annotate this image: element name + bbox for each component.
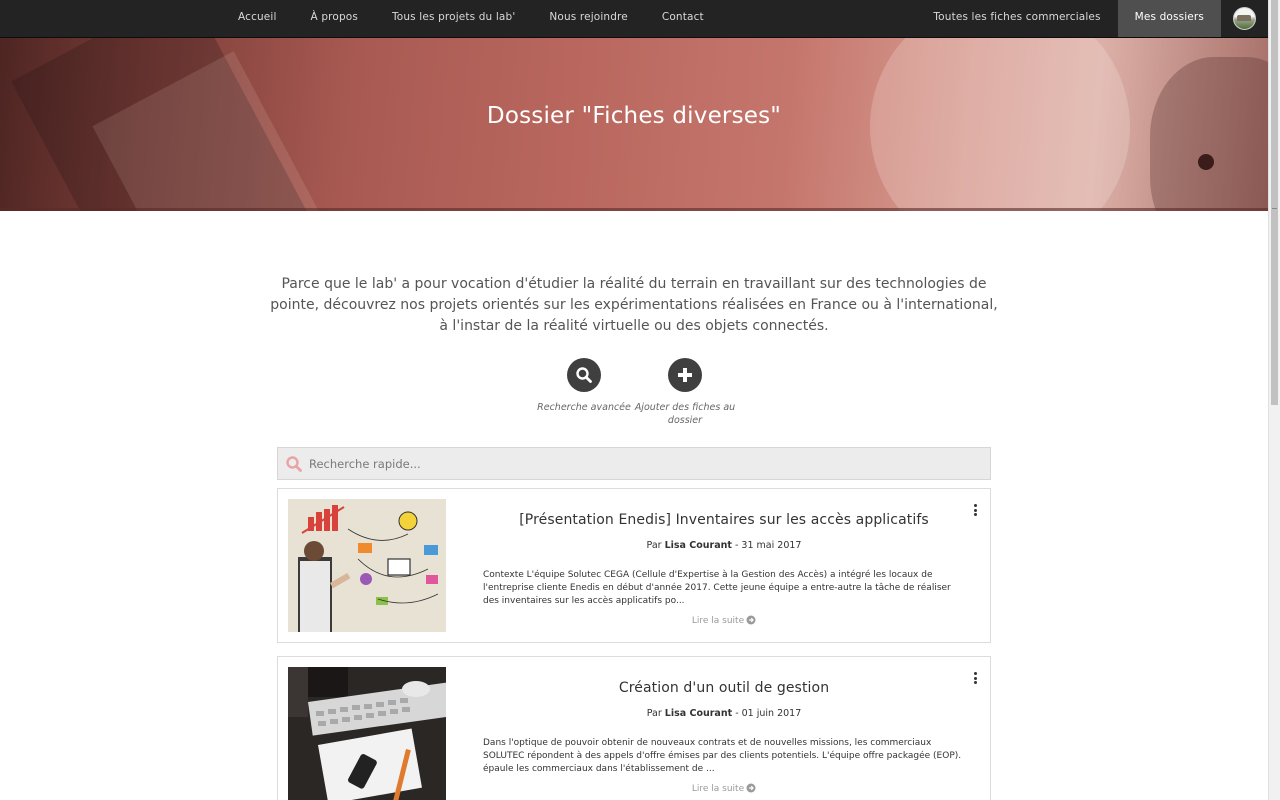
folder-item-card: Création d'un outil de gestion Par Lisa … — [277, 656, 991, 800]
hero-divider — [0, 208, 1268, 211]
card-date: - 01 juin 2017 — [735, 708, 802, 719]
card-thumbnail[interactable] — [288, 499, 446, 632]
page-title: Dossier "Fiches diverses" — [486, 103, 782, 129]
nav-link-tous-les-projets[interactable]: Tous les projets du lab' — [375, 0, 532, 37]
card-meta: Par Lisa Courant - 01 juin 2017 — [483, 708, 965, 719]
page-scrollbar[interactable] — [1268, 0, 1280, 800]
avatar[interactable] — [1233, 7, 1256, 30]
page: Accueil À propos Tous les projets du lab… — [0, 0, 1268, 800]
nav-link-accueil[interactable]: Accueil — [221, 0, 294, 37]
hero-background-shape — [1198, 154, 1214, 170]
plus-icon — [678, 368, 692, 382]
intro-text: Parce que le lab' a pour vocation d'étud… — [270, 276, 998, 334]
nav-link-a-propos[interactable]: À propos — [294, 0, 375, 37]
card-author[interactable]: Lisa Courant — [665, 540, 732, 551]
quick-search-bar — [277, 447, 991, 480]
scrollbar-thumb[interactable] — [1271, 0, 1278, 405]
nav-link-contact[interactable]: Contact — [645, 0, 721, 37]
read-more-link[interactable]: Lire la suite — [483, 783, 965, 794]
hero-background-shape — [1150, 57, 1268, 211]
top-navigation: Accueil À propos Tous les projets du lab… — [0, 0, 1268, 38]
read-more-link[interactable]: Lire la suite — [483, 615, 965, 626]
nav-right-group: Toutes les fiches commerciales Mes dossi… — [916, 0, 1268, 37]
advanced-search-action: Recherche avancée — [529, 358, 639, 414]
card-title[interactable]: Création d'un outil de gestion — [483, 680, 965, 696]
card-by: Par — [646, 708, 662, 719]
add-to-folder-label[interactable]: Ajouter des fiches au dossier — [630, 401, 740, 427]
card-thumbnail[interactable] — [288, 667, 446, 800]
card-menu-button[interactable] — [972, 672, 978, 686]
read-more-label[interactable]: Lire la suite — [692, 784, 744, 794]
folder-item-card: [Présentation Enedis] Inventaires sur le… — [277, 488, 991, 643]
add-to-folder-action: Ajouter des fiches au dossier — [630, 358, 740, 427]
card-date: - 31 mai 2017 — [734, 540, 802, 551]
add-to-folder-button[interactable] — [668, 358, 702, 392]
arrow-circle-right-icon — [746, 783, 756, 793]
card-author[interactable]: Lisa Courant — [665, 708, 732, 719]
nav-left-group: Accueil À propos Tous les projets du lab… — [221, 0, 721, 37]
user-menu[interactable] — [1221, 0, 1268, 37]
read-more-label[interactable]: Lire la suite — [692, 616, 744, 626]
card-menu-button[interactable] — [972, 504, 978, 518]
scrollbar-marker — [1272, 208, 1277, 209]
nav-link-mes-dossiers[interactable]: Mes dossiers — [1117, 0, 1221, 37]
thumbnail-illustration — [288, 499, 446, 632]
card-excerpt: Dans l'optique de pouvoir obtenir de nou… — [483, 738, 962, 774]
card-by: Par — [646, 540, 662, 551]
advanced-search-label[interactable]: Recherche avancée — [529, 401, 639, 414]
search-icon — [286, 456, 302, 472]
nav-link-toutes-les-fiches[interactable]: Toutes les fiches commerciales — [916, 0, 1117, 37]
card-meta: Par Lisa Courant - 31 mai 2017 — [483, 540, 965, 551]
quick-search-input[interactable] — [309, 448, 969, 479]
search-icon — [576, 367, 592, 383]
card-title[interactable]: [Présentation Enedis] Inventaires sur le… — [483, 512, 965, 528]
advanced-search-button[interactable] — [567, 358, 601, 392]
arrow-circle-right-icon — [746, 615, 756, 625]
hero-banner: Dossier "Fiches diverses" — [0, 37, 1268, 211]
card-excerpt: Contexte L'équipe Solutec CEGA (Cellule … — [483, 570, 951, 606]
thumbnail-illustration — [288, 667, 446, 800]
nav-link-nous-rejoindre[interactable]: Nous rejoindre — [532, 0, 645, 37]
